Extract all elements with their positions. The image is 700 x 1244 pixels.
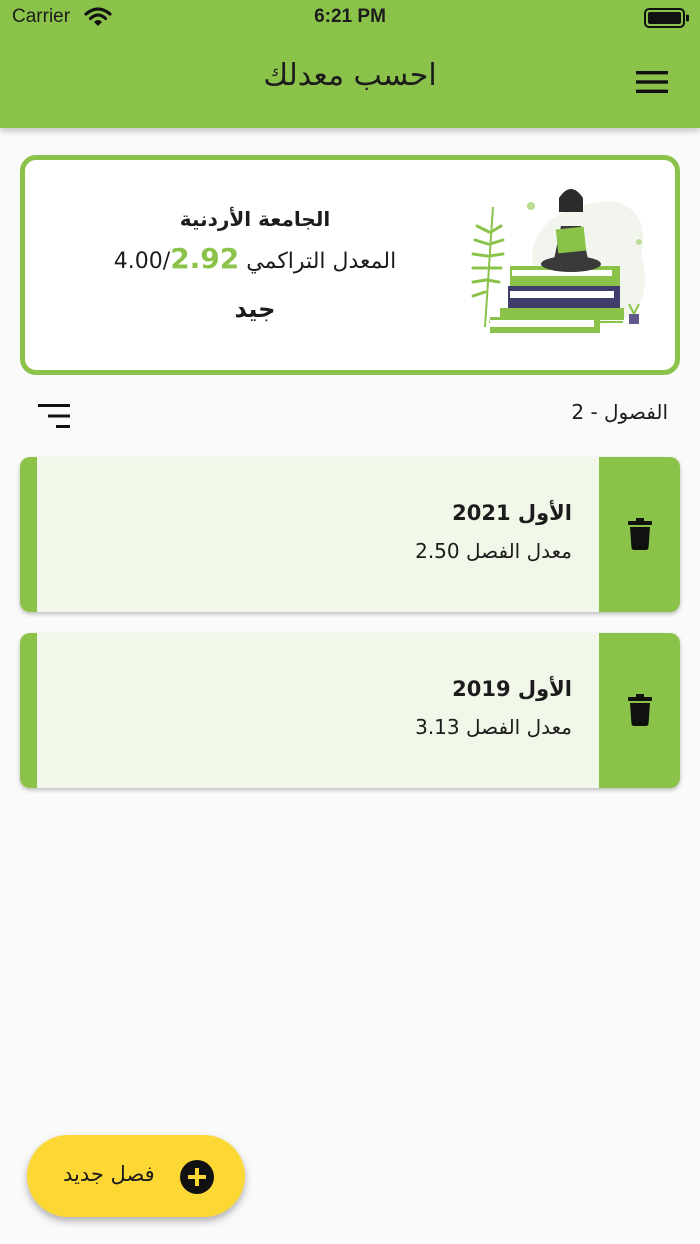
new-semester-label: فصل جديد	[63, 1162, 155, 1186]
gpa-max: 4.00/	[113, 249, 171, 274]
gpa-value: 2.92	[170, 242, 240, 275]
trash-icon	[628, 694, 652, 726]
sort-icon[interactable]	[38, 403, 72, 429]
card-accent	[20, 457, 37, 612]
trash-icon	[628, 518, 652, 550]
semester-card[interactable]: الأول 2021 معدل الفصل 2.50	[20, 457, 680, 612]
grade-label: جيد	[234, 295, 276, 323]
card-accent	[20, 633, 37, 788]
semester-card[interactable]: الأول 2019 معدل الفصل 3.13	[20, 633, 680, 788]
reading-books-illustration	[471, 189, 646, 333]
university-name: الجامعة الأردنية	[179, 207, 331, 231]
app-title: احسب معدلك	[263, 58, 437, 93]
menu-icon[interactable]	[636, 70, 668, 94]
status-time: 6:21 PM	[314, 6, 386, 27]
gpa-summary-card: الجامعة الأردنية المعدل التراكمي 4.00/2.…	[20, 155, 680, 375]
battery-icon	[644, 8, 689, 28]
new-semester-button[interactable]: فصل جديد	[27, 1135, 245, 1217]
semester-gpa: معدل الفصل 3.13	[415, 715, 572, 739]
semester-title: الأول 2021	[452, 501, 572, 525]
delete-semester-button[interactable]	[599, 633, 680, 788]
delete-semester-button[interactable]	[599, 457, 680, 612]
semesters-count: الفصول - 2	[571, 400, 668, 424]
semester-gpa: معدل الفصل 2.50	[415, 539, 572, 563]
semester-title: الأول 2019	[452, 677, 572, 701]
gpa-label: المعدل التراكمي	[246, 249, 397, 274]
app-bar: Carrier 6:21 PM احسب معدلك	[0, 0, 700, 128]
cumulative-gpa: المعدل التراكمي 4.00/2.92	[90, 242, 420, 275]
plus-circle-icon	[180, 1160, 214, 1194]
